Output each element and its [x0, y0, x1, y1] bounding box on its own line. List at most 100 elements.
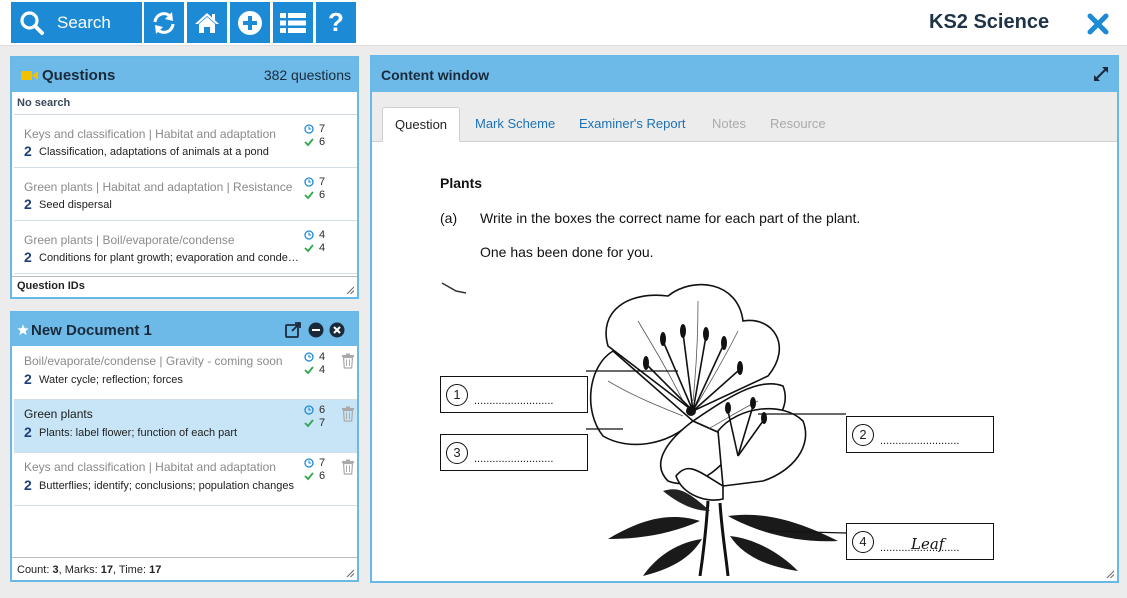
time-indicator: 6 [304, 404, 325, 416]
question-heading: Plants [440, 175, 483, 191]
marks-label: , Marks: [58, 564, 101, 576]
question-description: Conditions for plant growth; evaporation… [39, 252, 301, 264]
check-icon [304, 191, 314, 200]
app-title: KS2 Science [929, 11, 1050, 33]
expand-icon[interactable] [1093, 66, 1109, 82]
answer-line: .......................... [880, 435, 960, 447]
answer-line: .......................... [474, 395, 554, 407]
marks-value: 6 [319, 189, 326, 201]
time-value: 7 [319, 457, 326, 469]
marks-value: 6 [319, 470, 326, 482]
document-summary: Count: 3, Marks: 17, Time: 17 [12, 557, 357, 580]
time-value: 7 [319, 176, 326, 188]
question-description: Classification, adaptations of animals a… [39, 146, 269, 158]
time-indicator: 7 [304, 123, 325, 135]
question-description: Seed dispersal [39, 199, 112, 211]
minus-circle-icon[interactable] [308, 322, 324, 338]
search-button[interactable]: Search [11, 2, 142, 43]
document-panel-header: New Document 1 [12, 313, 357, 346]
list-item[interactable]: Keys and classification | Habitat and ad… [14, 453, 357, 506]
answer-line: .......................... [474, 453, 554, 465]
questions-panel-header: Questions 382 questions [12, 58, 357, 92]
question-topic: Green plants | Boil/evaporate/condense [24, 233, 235, 247]
clock-icon [304, 405, 314, 415]
marks-indicator: 4 [304, 242, 325, 254]
refresh-icon [153, 11, 175, 34]
time-indicator: 4 [304, 229, 325, 241]
clock-icon [304, 230, 314, 240]
home-button[interactable] [187, 2, 227, 43]
marks-indicator: 6 [304, 189, 325, 201]
search-button-label: Search [57, 12, 111, 32]
question-description: Plants: label flower; function of each p… [39, 427, 238, 439]
trash-icon[interactable] [341, 406, 355, 422]
questions-title: Questions [42, 67, 116, 84]
tab-examiners-report[interactable]: Examiner's Report [579, 107, 686, 141]
label-box-3[interactable]: 3 .......................... [440, 434, 588, 471]
question-description: Water cycle; reflection; forces [39, 374, 183, 386]
time-value: 4 [319, 229, 326, 241]
refresh-button[interactable] [144, 2, 184, 43]
list-item[interactable]: Boil/evaporate/condense | Gravity - comi… [14, 347, 357, 400]
top-toolbar: Search ? KS2 Science [0, 0, 1127, 46]
clock-icon [304, 124, 314, 134]
trash-icon[interactable] [341, 459, 355, 475]
help-icon: ? [328, 7, 344, 37]
time-indicator: 7 [304, 176, 325, 188]
home-icon [195, 12, 219, 33]
document-list: Boil/evaporate/condense | Gravity - comi… [14, 347, 357, 547]
close-icon[interactable] [1086, 12, 1110, 36]
help-button[interactable]: ? [316, 2, 356, 43]
question-description: Butterflies; identify; conclusions; popu… [39, 480, 294, 492]
content-tabs: Question Mark Scheme Examiner's Report N… [372, 92, 1117, 142]
time-value: 6 [319, 404, 326, 416]
tab-question[interactable]: Question [382, 107, 461, 142]
check-icon [304, 472, 314, 481]
list-item-selected[interactable]: Green plants 2 Plants: label flower; fun… [14, 400, 357, 453]
content-window: Content window Question Mark Scheme Exam… [370, 55, 1119, 583]
question-ids-label: Question IDs [17, 280, 85, 292]
question-part: (a) [440, 210, 458, 226]
list-item[interactable]: Keys and classification | Habitat and ad… [14, 115, 357, 168]
label-number: 2 [852, 424, 874, 446]
list-item[interactable]: Green plants | Habitat and adaptation | … [14, 168, 357, 221]
clock-icon [304, 458, 314, 468]
trash-icon[interactable] [341, 353, 355, 369]
marks-indicator: 6 [304, 470, 325, 482]
tab-mark-scheme[interactable]: Mark Scheme [475, 107, 555, 141]
label-number: 3 [446, 442, 468, 464]
list-item[interactable]: Green plants | Boil/evaporate/condense 2… [14, 221, 357, 274]
external-link-icon[interactable] [285, 322, 301, 338]
content-window-title: Content window [381, 67, 490, 83]
question-topic: Green plants [24, 407, 93, 421]
question-note: One has been done for you. [480, 244, 654, 260]
question-topic: Green plants | Habitat and adaptation | … [24, 180, 293, 194]
list-button[interactable] [273, 2, 313, 43]
time-label: , Time: [113, 564, 150, 576]
question-level: 2 [24, 196, 32, 212]
close-circle-icon[interactable] [329, 322, 345, 338]
label-box-1[interactable]: 1 .......................... [440, 376, 588, 413]
question-content: Plants (a) Write in the boxes the correc… [372, 143, 1117, 581]
time-indicator: 7 [304, 457, 325, 469]
question-level: 2 [24, 424, 32, 440]
star-icon [17, 324, 29, 335]
label-box-2[interactable]: 2 .......................... [846, 416, 994, 453]
marks-value: 4 [319, 364, 326, 376]
question-topic: Boil/evaporate/condense | Gravity - comi… [24, 354, 283, 368]
label-box-4[interactable]: 4 .......................... Leaf [846, 523, 994, 560]
check-icon [304, 419, 314, 428]
add-button[interactable] [230, 2, 270, 43]
clock-icon [304, 177, 314, 187]
marks-total: 17 [100, 564, 114, 576]
questions-panel: Questions 382 questions No search Keys a… [10, 56, 359, 299]
resize-grip-icon[interactable] [1106, 570, 1114, 578]
question-ids-footer[interactable]: Question IDs [12, 276, 357, 297]
count-label: Count: [17, 564, 53, 576]
search-status: No search [17, 97, 71, 109]
label-number: 1 [446, 384, 468, 406]
question-topic: Keys and classification | Habitat and ad… [24, 127, 276, 141]
resize-grip-icon[interactable] [346, 286, 354, 294]
sample-answer: Leaf [911, 535, 945, 553]
resize-grip-icon[interactable] [346, 569, 354, 577]
